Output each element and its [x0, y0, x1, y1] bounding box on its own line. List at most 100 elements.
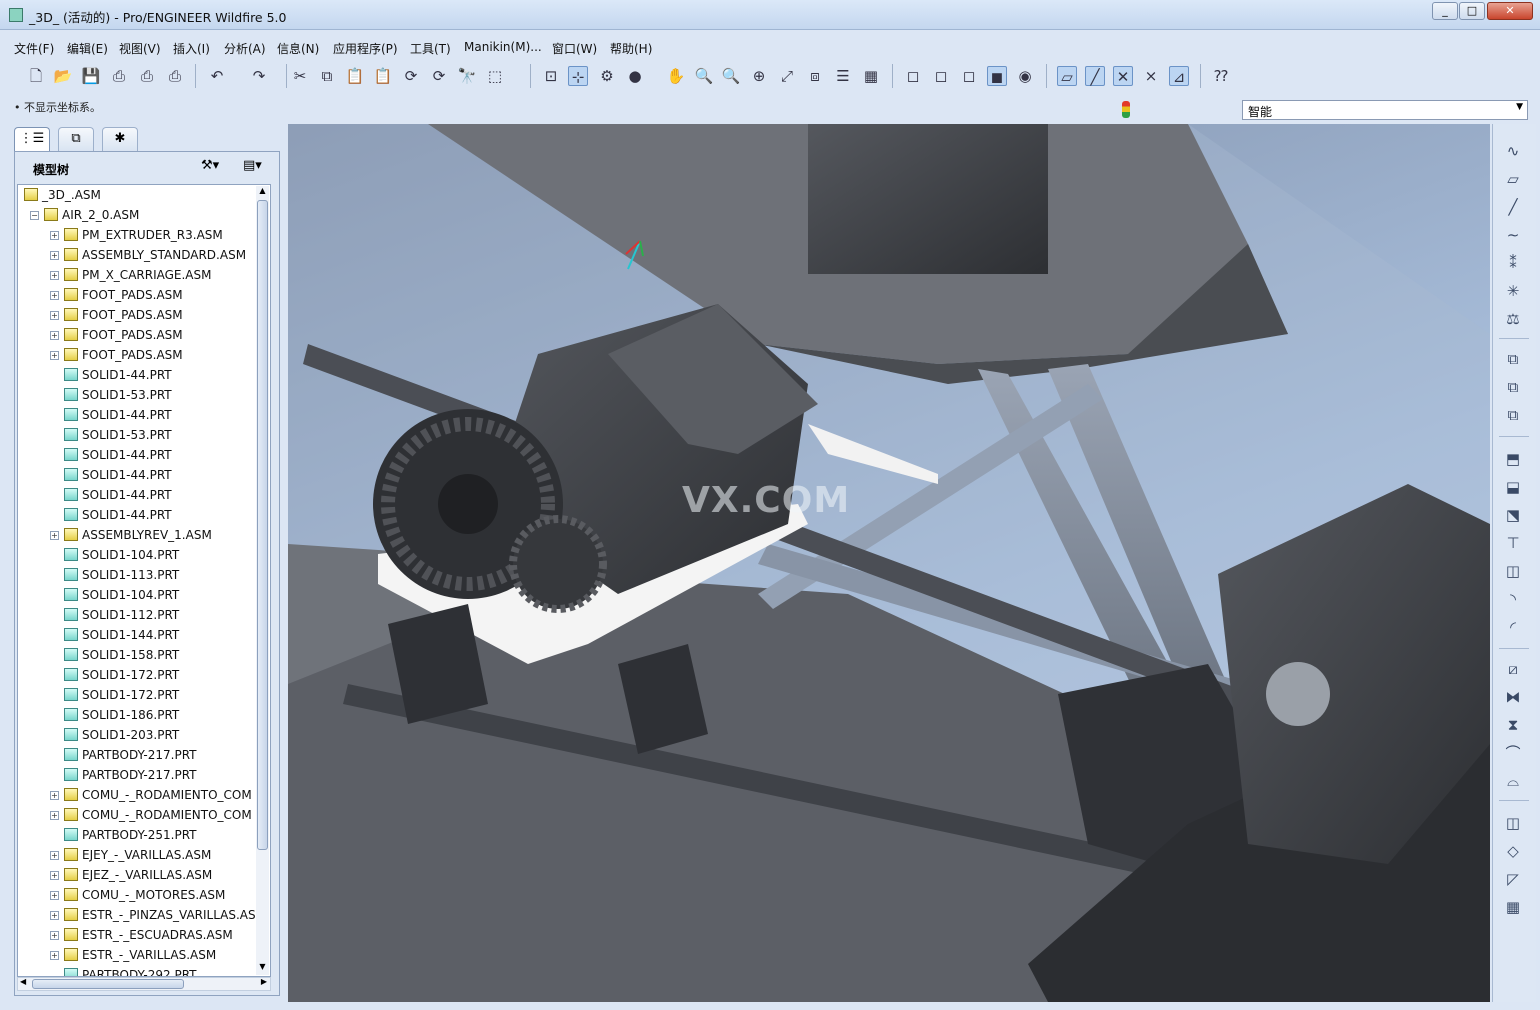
tree-item[interactable]: SOLID1-144.PRT — [18, 625, 258, 645]
whats-this-icon[interactable]: ⁇ — [1211, 66, 1231, 86]
tree-item[interactable]: SOLID1-104.PRT — [18, 585, 258, 605]
zoom-in-icon[interactable]: 🔍 — [694, 66, 714, 86]
save-icon[interactable]: 💾 — [81, 66, 101, 86]
saved-views-icon[interactable]: ⧈ — [805, 66, 825, 86]
tree-item[interactable]: SOLID1-172.PRT — [18, 665, 258, 685]
menu-manikin[interactable]: Manikin(M)... — [464, 40, 542, 54]
datum-plane-icon[interactable]: ▱ — [1501, 168, 1525, 190]
tree-item[interactable]: SOLID1-44.PRT — [18, 405, 258, 425]
refit-icon[interactable]: ⊕ — [749, 66, 769, 86]
tree-item[interactable]: + COMU_-_RODAMIENTO_COM — [18, 785, 258, 805]
expand-icon[interactable]: + — [50, 531, 59, 540]
expand-icon[interactable]: + — [50, 911, 59, 920]
expand-icon[interactable]: + — [50, 931, 59, 940]
tree-item[interactable]: + ESTR_-_ESCUADRAS.ASM — [18, 925, 258, 945]
hole-icon[interactable]: ⊤ — [1501, 532, 1525, 554]
tree-item[interactable]: + ESTR_-_VARILLAS.ASM — [18, 945, 258, 965]
tree-item[interactable]: + EJEZ_-_VARILLAS.ASM — [18, 865, 258, 885]
traffic-light-icon[interactable] — [1122, 101, 1130, 118]
tree-item[interactable]: + FOOT_PADS.ASM — [18, 345, 258, 365]
tab-layers[interactable]: ⧉ — [58, 127, 94, 151]
layers-icon[interactable]: ☰ — [833, 66, 853, 86]
menu-help[interactable]: 帮助(H) — [610, 40, 652, 57]
expand-icon[interactable]: + — [50, 791, 59, 800]
paste-feature-icon[interactable]: ◸ — [1501, 868, 1525, 890]
selection-filter-select[interactable]: 智能 ▼ — [1242, 100, 1528, 120]
quick-print-icon[interactable]: ⎙ — [165, 66, 185, 86]
tree-item[interactable]: SOLID1-112.PRT — [18, 605, 258, 625]
regenerate-icon[interactable]: ⟳ — [401, 66, 421, 86]
chamfer-icon[interactable]: ◝ — [1501, 588, 1525, 610]
expand-icon[interactable]: + — [50, 331, 59, 340]
menu-analysis[interactable]: 分析(A) — [224, 40, 266, 57]
tree-item[interactable]: SOLID1-186.PRT — [18, 705, 258, 725]
expand-icon[interactable]: + — [50, 351, 59, 360]
copy-feature-icon[interactable]: ◇ — [1501, 840, 1525, 862]
enhanced-realism-icon[interactable]: ◉ — [1015, 66, 1035, 86]
tree-item[interactable]: SOLID1-104.PRT — [18, 545, 258, 565]
view-manager-icon[interactable]: ▦ — [861, 66, 881, 86]
maximize-button[interactable]: □ — [1459, 2, 1485, 20]
tree-item[interactable]: + FOOT_PADS.ASM — [18, 285, 258, 305]
tree-item[interactable]: _3D_.ASM — [18, 185, 258, 205]
annotation-display-icon[interactable]: ⊿ — [1169, 66, 1189, 86]
expand-icon[interactable]: + — [50, 811, 59, 820]
datum-axis-icon[interactable]: ╱ — [1501, 196, 1525, 218]
scroll-up-icon[interactable]: ▲ — [256, 186, 269, 199]
tree-item[interactable]: SOLID1-44.PRT — [18, 445, 258, 465]
tree-item[interactable]: SOLID1-53.PRT — [18, 385, 258, 405]
horizontal-scrollbar[interactable]: ◀ ▶ — [17, 977, 271, 991]
paste-special-icon[interactable]: 📋 — [373, 66, 393, 86]
close-button[interactable]: ✕ — [1487, 2, 1533, 20]
tree-item[interactable]: SOLID1-44.PRT — [18, 505, 258, 525]
component-package-icon[interactable]: ⧉ — [1501, 404, 1525, 426]
tree-item[interactable]: + ASSEMBLYREV_1.ASM — [18, 525, 258, 545]
tree-item[interactable]: SOLID1-203.PRT — [18, 725, 258, 745]
tree-item[interactable]: PARTBODY-217.PRT — [18, 765, 258, 785]
settings-icon[interactable]: ⚒▾ — [201, 158, 219, 173]
scroll-down-icon[interactable]: ▼ — [256, 962, 269, 975]
tree-item[interactable]: + COMU_-_RODAMIENTO_COM — [18, 805, 258, 825]
tree-item[interactable]: + ASSEMBLY_STANDARD.ASM — [18, 245, 258, 265]
menu-view[interactable]: 视图(V) — [119, 40, 161, 57]
tree-item[interactable]: + FOOT_PADS.ASM — [18, 305, 258, 325]
menu-insert[interactable]: 插入(I) — [173, 40, 210, 57]
regenerate-manager-icon[interactable]: ⟳ — [429, 66, 449, 86]
expand-icon[interactable]: + — [50, 851, 59, 860]
tree-item[interactable]: + PM_X_CARRIAGE.ASM — [18, 265, 258, 285]
tree-item[interactable]: SOLID1-44.PRT — [18, 465, 258, 485]
tree-item[interactable]: + PM_EXTRUDER_R3.ASM — [18, 225, 258, 245]
print-icon[interactable]: ⎙ — [109, 66, 129, 86]
tab-model-tree[interactable]: ⋮☰ — [14, 127, 50, 151]
tree-view[interactable]: _3D_.ASM − AIR_2_0.ASM + PM_EXTRUDER_R3.ASM +… — [17, 184, 271, 977]
expand-icon[interactable]: + — [50, 231, 59, 240]
datum-point-icon[interactable]: ⁑ — [1501, 252, 1525, 274]
tree-item[interactable]: SOLID1-53.PRT — [18, 425, 258, 445]
pan-icon[interactable]: ✋ — [666, 66, 686, 86]
draft-icon[interactable]: ◜ — [1501, 616, 1525, 638]
datum-curve-icon[interactable]: ∼ — [1501, 224, 1525, 246]
graphics-viewport[interactable]: VX.COM — [288, 124, 1490, 1002]
datum-display-icon[interactable]: ⚙ — [597, 66, 617, 86]
scroll-thumb-horizontal[interactable] — [32, 979, 184, 989]
sketch-icon[interactable]: ∿ — [1501, 140, 1525, 162]
appearance-icon[interactable]: ● — [625, 66, 645, 86]
repaint-icon[interactable]: ⊡ — [541, 66, 561, 86]
wireframe-icon[interactable]: ◻ — [903, 66, 923, 86]
menu-info[interactable]: 信息(N) — [277, 40, 319, 57]
tree-item[interactable]: PARTBODY-217.PRT — [18, 745, 258, 765]
scroll-left-icon[interactable]: ◀ — [20, 977, 26, 986]
tree-item[interactable]: + ESTR_-_PINZAS_VARILLAS.ASM — [18, 905, 266, 925]
show-menu-icon[interactable]: ▤▾ — [243, 158, 262, 173]
tree-item[interactable]: SOLID1-113.PRT — [18, 565, 258, 585]
minimize-button[interactable]: _ — [1432, 2, 1458, 20]
sweep-icon[interactable]: ⬔ — [1501, 504, 1525, 526]
shell-icon[interactable]: ⧄ — [1501, 658, 1525, 680]
tree-item[interactable]: PARTBODY-292.PRT — [18, 965, 258, 976]
pattern-icon[interactable]: ◫ — [1501, 812, 1525, 834]
select-box-icon[interactable]: ⬚ — [485, 66, 505, 86]
tree-item[interactable]: SOLID1-44.PRT — [18, 485, 258, 505]
hidden-line-icon[interactable]: ◻ — [931, 66, 951, 86]
expand-icon[interactable]: + — [50, 251, 59, 260]
new-file-icon[interactable]: 🗋 — [26, 66, 46, 86]
